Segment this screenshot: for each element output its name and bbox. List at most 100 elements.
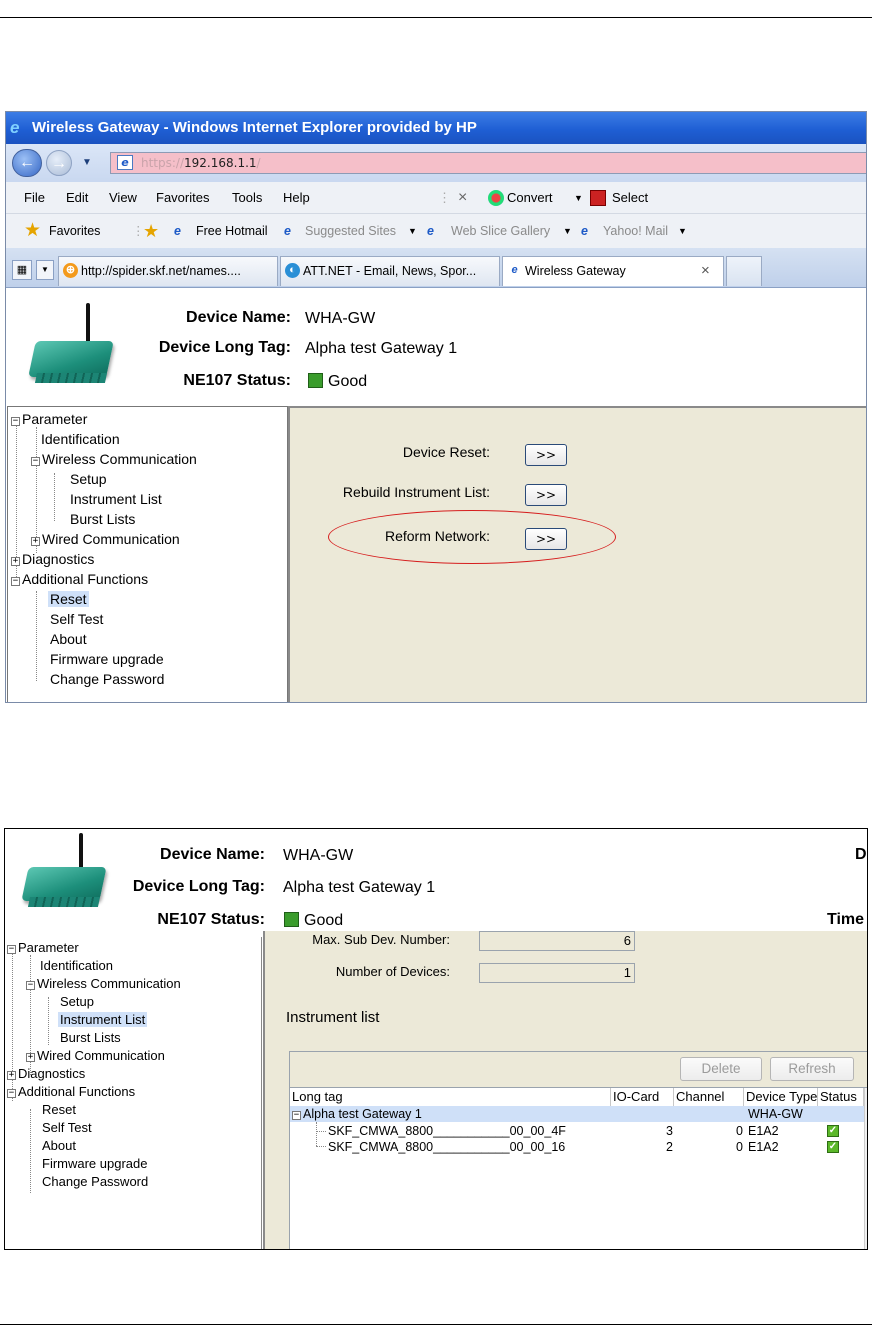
menu-tools[interactable]: Tools	[232, 182, 262, 214]
webslice-dropdown-icon[interactable]: ▼	[563, 214, 572, 248]
tree-parameter[interactable]: − Parameter	[7, 940, 79, 955]
col-status[interactable]: Status	[818, 1088, 864, 1106]
att-favicon: ◐	[285, 263, 300, 278]
favorites-button[interactable]: Favorites	[49, 214, 100, 248]
rebuild-instrument-list-button[interactable]: >>	[525, 484, 567, 506]
tree-wireless-communication[interactable]: − Wireless Communication	[26, 976, 181, 991]
number-of-devices-field: 1	[479, 963, 635, 983]
fav-yahoo-mail[interactable]: Yahoo! Mail	[603, 214, 668, 248]
tree-self-test[interactable]: Self Test	[50, 611, 103, 627]
ie-logo-icon: e	[10, 118, 20, 137]
instrument-table: Long tag IO-Card Channel Device Type Sta…	[289, 1087, 867, 1249]
tree-parameter[interactable]: − Parameter	[11, 411, 87, 427]
col-device-type[interactable]: Device Type	[744, 1088, 818, 1106]
convert-icon	[488, 190, 504, 206]
menu-favorites[interactable]: Favorites	[156, 182, 209, 214]
col-channel[interactable]: Channel	[674, 1088, 744, 1106]
tree-self-test[interactable]: Self Test	[42, 1120, 92, 1135]
tab-list-dropdown-icon[interactable]: ▼	[36, 260, 54, 280]
menu-file[interactable]: File	[24, 182, 45, 214]
instrument-list-screenshot: Device Name: WHA-GW Device Long Tag: Alp…	[4, 828, 868, 1250]
tab-wireless-gateway[interactable]: e Wireless Gateway ×	[502, 256, 724, 286]
vertical-scrollbar[interactable]	[864, 1088, 867, 1249]
navigation-tree: − Parameter Identification − Wireless Comm…	[7, 406, 288, 702]
col-io-card[interactable]: IO-Card	[611, 1088, 674, 1106]
quick-tabs-icon[interactable]: ▦	[12, 260, 32, 280]
device-long-tag-label: Device Long Tag:	[132, 878, 265, 895]
add-favorite-icon[interactable]: ★	[143, 214, 159, 248]
tree-diagnostics[interactable]: + Diagnostics	[11, 551, 94, 567]
tree-change-password[interactable]: Change Password	[50, 671, 164, 687]
tree-reset[interactable]: Reset	[42, 1102, 76, 1117]
collapse-icon[interactable]: −	[11, 417, 20, 426]
tab-att[interactable]: ◐ ATT.NET - Email, News, Spor...	[280, 256, 500, 286]
new-tab-button[interactable]	[726, 256, 762, 286]
fav-suggested-sites[interactable]: Suggested Sites	[305, 214, 396, 248]
expand-icon[interactable]: +	[31, 537, 40, 546]
menu-help[interactable]: Help	[283, 182, 310, 214]
tree-wireless-communication[interactable]: − Wireless Communication	[31, 451, 197, 467]
tree-identification[interactable]: Identification	[41, 431, 120, 447]
collapse-icon[interactable]: −	[7, 1089, 16, 1098]
tree-instrument-list[interactable]: Instrument List	[70, 491, 162, 507]
suggested-dropdown-icon[interactable]: ▼	[408, 214, 417, 248]
device-reset-button[interactable]: >>	[525, 444, 567, 466]
expand-icon[interactable]: +	[7, 1071, 16, 1080]
collapse-icon[interactable]: −	[31, 457, 40, 466]
reform-network-highlight	[328, 510, 616, 564]
menu-view[interactable]: View	[109, 182, 137, 214]
menu-edit[interactable]: Edit	[66, 182, 88, 214]
collapse-icon[interactable]: −	[7, 945, 16, 954]
collapse-icon[interactable]: −	[11, 577, 20, 586]
fav-free-hotmail[interactable]: Free Hotmail	[196, 214, 268, 248]
stop-icon[interactable]: ×	[458, 182, 467, 214]
table-row[interactable]: SKF_CMWA_8800___________00_00_16 2 0 E1A…	[290, 1139, 864, 1155]
back-button[interactable]: ←	[12, 149, 42, 177]
fav-web-slice-gallery[interactable]: Web Slice Gallery	[451, 214, 550, 248]
tab-close-icon[interactable]: ×	[701, 257, 710, 285]
collapse-icon[interactable]: −	[26, 981, 35, 990]
tree-firmware-upgrade[interactable]: Firmware upgrade	[42, 1156, 148, 1171]
tree-change-password[interactable]: Change Password	[42, 1174, 148, 1189]
tree-burst-lists[interactable]: Burst Lists	[70, 511, 135, 527]
gateway-row-tag: − Alpha test Gateway 1	[292, 1107, 422, 1121]
expand-icon[interactable]: +	[11, 557, 20, 566]
ie-favicon: e	[511, 264, 518, 276]
ne107-status-label: NE107 Status:	[183, 372, 291, 389]
tree-wired-communication[interactable]: + Wired Communication	[31, 531, 180, 547]
table-row[interactable]: SKF_CMWA_8800___________00_00_4F 3 0 E1A…	[290, 1123, 864, 1139]
tree-additional-functions[interactable]: − Additional Functions	[11, 571, 148, 587]
forward-button[interactable]: →	[46, 150, 72, 176]
status-ok-icon: ✓	[827, 1141, 839, 1153]
select-button[interactable]: Select	[612, 182, 648, 214]
instrument-list-title: Instrument list	[286, 1009, 380, 1026]
yahoo-dropdown-icon[interactable]: ▼	[678, 214, 687, 248]
tree-instrument-list[interactable]: Instrument List	[58, 1012, 148, 1027]
device-name-value: WHA-GW	[305, 310, 376, 327]
tree-identification[interactable]: Identification	[40, 958, 113, 973]
col-long-tag[interactable]: Long tag	[290, 1088, 611, 1106]
collapse-icon[interactable]: −	[292, 1111, 301, 1120]
expand-icon[interactable]: +	[26, 1053, 35, 1062]
tree-diagnostics[interactable]: + Diagnostics	[7, 1066, 85, 1081]
address-host: 192.168.1.1	[184, 156, 257, 170]
tree-about[interactable]: About	[50, 631, 87, 647]
address-bar[interactable]: e https://192.168.1.1/	[110, 152, 866, 174]
row-channel: 0	[736, 1140, 743, 1154]
convert-button[interactable]: Convert	[507, 182, 553, 214]
delete-button[interactable]: Delete	[680, 1057, 762, 1081]
tree-reset[interactable]: Reset	[48, 591, 89, 607]
history-dropdown-icon[interactable]: ▼	[82, 157, 92, 168]
tree-setup[interactable]: Setup	[70, 471, 107, 487]
ne107-status-value: Good	[308, 373, 367, 391]
tree-burst-lists[interactable]: Burst Lists	[60, 1030, 121, 1045]
refresh-button[interactable]: Refresh	[770, 1057, 854, 1081]
tree-setup[interactable]: Setup	[60, 994, 94, 1009]
table-row[interactable]: − Alpha test Gateway 1 WHA-GW	[290, 1106, 864, 1122]
tree-additional-functions[interactable]: − Additional Functions	[7, 1084, 135, 1099]
tree-firmware-upgrade[interactable]: Firmware upgrade	[50, 651, 164, 667]
convert-dropdown-icon[interactable]: ▼	[574, 182, 583, 214]
tree-about[interactable]: About	[42, 1138, 76, 1153]
tab-spider[interactable]: ⊕ http://spider.skf.net/names....	[58, 256, 278, 286]
tree-wired-communication[interactable]: + Wired Communication	[26, 1048, 165, 1063]
